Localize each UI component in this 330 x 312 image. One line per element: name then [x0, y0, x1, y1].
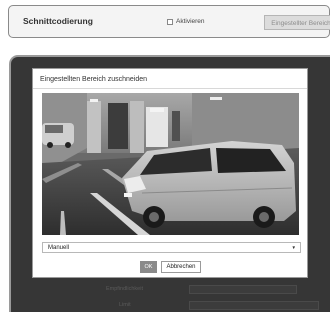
crop-area-dialog: Eingestellten Bereich zuschneiden Manuel…: [32, 68, 308, 278]
cancel-button[interactable]: Abbrechen: [161, 261, 201, 273]
set-area-button[interactable]: Eingestellter Bereich: [264, 15, 330, 30]
chevron-down-icon: ▼: [291, 245, 296, 250]
enable-checkbox-label: Aktivieren: [176, 18, 205, 25]
sensitivity-label: Empfindlichkeit: [106, 286, 143, 292]
camera-preview-image[interactable]: [42, 93, 299, 235]
crop-mode-select[interactable]: Manuell ▼: [42, 242, 301, 253]
limit-field: [189, 301, 319, 310]
panel-title: Schnittcodierung: [23, 16, 93, 26]
ok-button[interactable]: OK: [140, 261, 157, 273]
enable-checkbox[interactable]: [167, 19, 173, 25]
smart-codec-panel: Schnittcodierung Aktivieren Eingestellte…: [8, 5, 330, 38]
limit-label: Limit: [119, 302, 131, 308]
select-value: Manuell: [48, 245, 70, 251]
sensitivity-field: [189, 285, 297, 294]
dialog-divider: [33, 88, 307, 89]
dialog-title: Eingestellten Bereich zuschneiden: [40, 76, 148, 83]
